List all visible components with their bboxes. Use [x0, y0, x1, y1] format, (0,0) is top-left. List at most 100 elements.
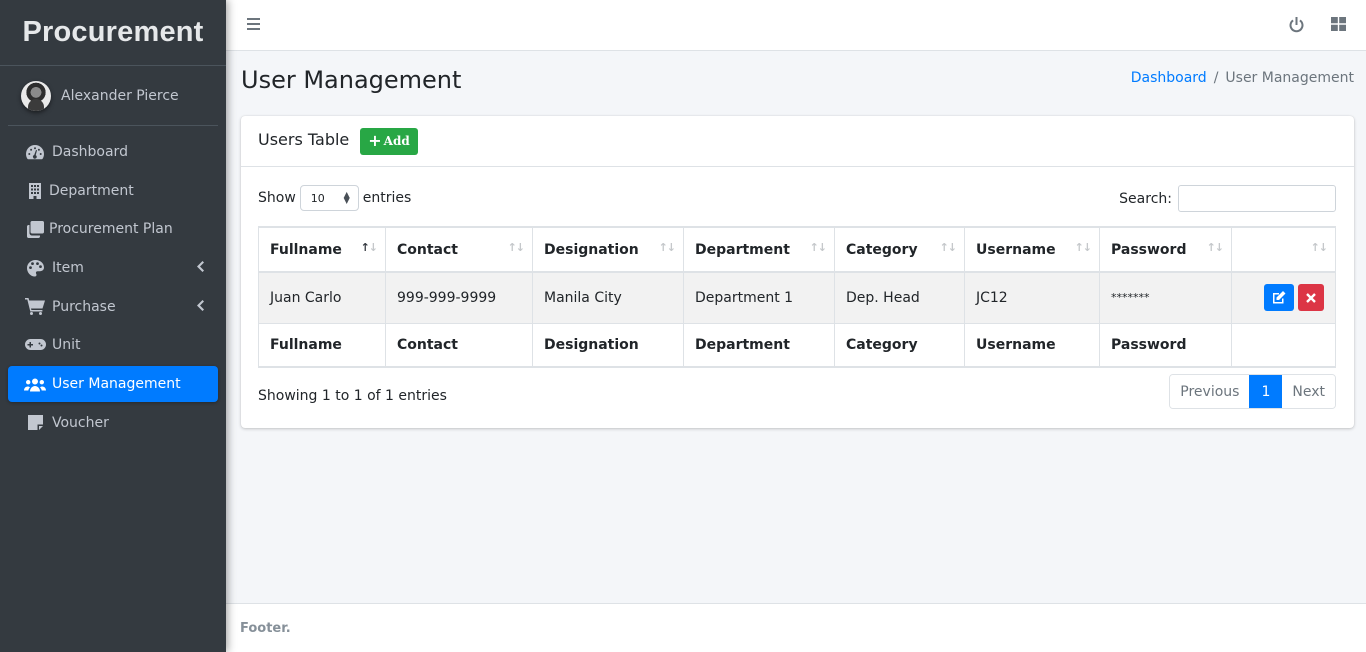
delete-button[interactable] — [1298, 284, 1324, 312]
building-icon — [28, 182, 42, 199]
sidebar-item-label: Dashboard — [52, 144, 128, 160]
plus-icon: + — [368, 131, 382, 150]
gamepad-icon — [24, 339, 46, 351]
brand-title[interactable]: Procurement — [22, 16, 203, 49]
sidebar-item-label: Voucher — [52, 414, 109, 431]
footer-col-username: Username — [964, 322, 1100, 368]
user-panel: Alexander Pierce — [8, 66, 218, 126]
sort-icon: ↑↓ — [809, 241, 827, 254]
add-user-button[interactable]: + Add — [360, 127, 418, 155]
column-header-department[interactable]: Department ↑↓ — [683, 226, 835, 273]
brand[interactable]: Procurement — [0, 0, 226, 66]
navbar-right — [1289, 17, 1346, 37]
footer-col-actions — [1231, 322, 1336, 368]
cell-designation: Manila City — [532, 271, 684, 324]
sidebar: Procurement Alexander Pierce Dashboard D… — [0, 0, 226, 652]
sort-icon: ↑↓ — [360, 241, 378, 254]
table-info: Showing 1 to 1 of 1 entries — [258, 388, 447, 404]
table-row: Juan Carlo 999-999-9999 Manila City Depa… — [258, 271, 1336, 324]
sidebar-item-procurement-plan[interactable]: Procurement Plan — [8, 211, 218, 247]
cell-category: Dep. Head — [834, 271, 965, 324]
sidebar-item-purchase[interactable]: Purchase — [8, 289, 218, 325]
sort-icon: ↑↓ — [939, 241, 957, 254]
sort-arrows-icon: ▲ ▼ — [343, 190, 350, 205]
column-header-fullname[interactable]: Fullname ↑↓ — [258, 226, 386, 273]
length-suffix: entries — [362, 190, 412, 206]
table-controls: Show 10 ▲ ▼ entries Search: — [258, 185, 1336, 213]
search-label: Search: — [1119, 190, 1172, 207]
sidebar-item-department[interactable]: Department — [8, 173, 218, 209]
sidebar-item-item[interactable]: Item — [8, 250, 218, 286]
column-header-category[interactable]: Category ↑↓ — [834, 226, 965, 273]
pagination-next[interactable]: Next — [1282, 375, 1335, 408]
sidebar-item-label: User Management — [52, 376, 181, 393]
search-input[interactable] — [1178, 185, 1336, 212]
users-table: Fullname ↑↓ Contact ↑↓ Designation ↑↓ Depar… — [258, 226, 1336, 368]
hamburger-icon[interactable] — [247, 18, 260, 30]
table-footer-row: Fullname Contact Designation Department … — [258, 322, 1336, 368]
footer-text: Footer. — [240, 620, 291, 636]
cell-actions — [1231, 271, 1336, 324]
column-header-password[interactable]: Password ↑↓ — [1099, 226, 1232, 273]
sidebar-item-user-management[interactable]: User Management — [8, 366, 218, 403]
column-header-contact[interactable]: Contact ↑↓ — [385, 226, 533, 273]
cell-department: Department 1 — [683, 271, 835, 324]
chevron-left-icon — [197, 299, 204, 315]
top-navbar — [226, 0, 1366, 51]
sort-icon: ↑↓ — [1206, 241, 1224, 254]
pagination-previous[interactable]: Previous — [1170, 375, 1250, 408]
pagination: Previous 1 Next — [1169, 374, 1336, 409]
breadcrumb-separator: / — [1213, 70, 1219, 86]
column-header-actions[interactable]: ↑↓ — [1231, 226, 1336, 273]
card-header: Users Table + Add — [241, 116, 1354, 167]
sidebar-item-label: Department — [49, 182, 134, 199]
footer-col-fullname: Fullname — [258, 322, 386, 368]
breadcrumb-dashboard-link[interactable]: Dashboard — [1131, 70, 1207, 86]
search-filter: Search: — [1119, 185, 1336, 212]
cell-password: ******* — [1099, 271, 1232, 324]
clone-icon — [26, 220, 44, 238]
sidebar-item-unit[interactable]: Unit — [8, 327, 218, 363]
column-header-username[interactable]: Username ↑↓ — [964, 226, 1100, 273]
avatar[interactable] — [21, 80, 51, 111]
cell-username: JC12 — [964, 271, 1100, 324]
sidebar-nav: Dashboard Department Procurement Plan It… — [0, 126, 226, 441]
grid-icon[interactable] — [1331, 17, 1346, 37]
length-prefix: Show — [258, 190, 296, 206]
sidebar-item-label: Procurement Plan — [49, 221, 173, 238]
edit-button[interactable] — [1264, 284, 1294, 312]
sort-icon: ↑↓ — [658, 241, 676, 254]
pagination-page-1[interactable]: 1 — [1249, 375, 1283, 408]
footer-col-category: Category — [834, 322, 965, 368]
sidebar-item-voucher[interactable]: Voucher — [8, 405, 218, 441]
cell-contact: 999-999-9999 — [385, 271, 533, 324]
sidebar-item-label: Unit — [52, 337, 81, 354]
breadcrumb-current: User Management — [1225, 70, 1354, 86]
power-icon[interactable] — [1289, 17, 1304, 37]
edit-icon — [1273, 291, 1286, 304]
entries-select[interactable]: 10 ▲ ▼ — [299, 185, 359, 211]
page-footer: Footer. — [226, 603, 1366, 652]
footer-col-designation: Designation — [532, 322, 684, 368]
sidebar-item-label: Item — [52, 260, 84, 277]
column-header-designation[interactable]: Designation ↑↓ — [532, 226, 684, 273]
users-card: Users Table + Add Show 10 ▲ ▼ entries Sea… — [241, 116, 1354, 428]
sort-icon: ↑↓ — [507, 241, 525, 254]
breadcrumb: Dashboard / User Management — [1131, 70, 1354, 86]
sidebar-item-label: Purchase — [52, 298, 116, 315]
footer-col-department: Department — [683, 322, 835, 368]
users-icon — [24, 377, 46, 392]
add-button-label: Add — [383, 134, 410, 148]
chevron-left-icon — [197, 260, 204, 276]
user-name[interactable]: Alexander Pierce — [61, 88, 179, 104]
sticky-note-icon — [24, 415, 46, 431]
card-title: Users Table — [258, 129, 350, 149]
entries-length: Show 10 ▲ ▼ entries — [258, 185, 411, 211]
cell-fullname: Juan Carlo — [258, 271, 386, 324]
entries-select-value: 10 — [310, 191, 325, 205]
footer-col-contact: Contact — [385, 322, 533, 368]
sidebar-item-dashboard[interactable]: Dashboard — [8, 134, 218, 170]
shopping-cart-icon — [24, 298, 46, 316]
table-header-row: Fullname ↑↓ Contact ↑↓ Designation ↑↓ Depar… — [258, 226, 1336, 273]
sort-icon: ↑↓ — [1074, 241, 1092, 254]
